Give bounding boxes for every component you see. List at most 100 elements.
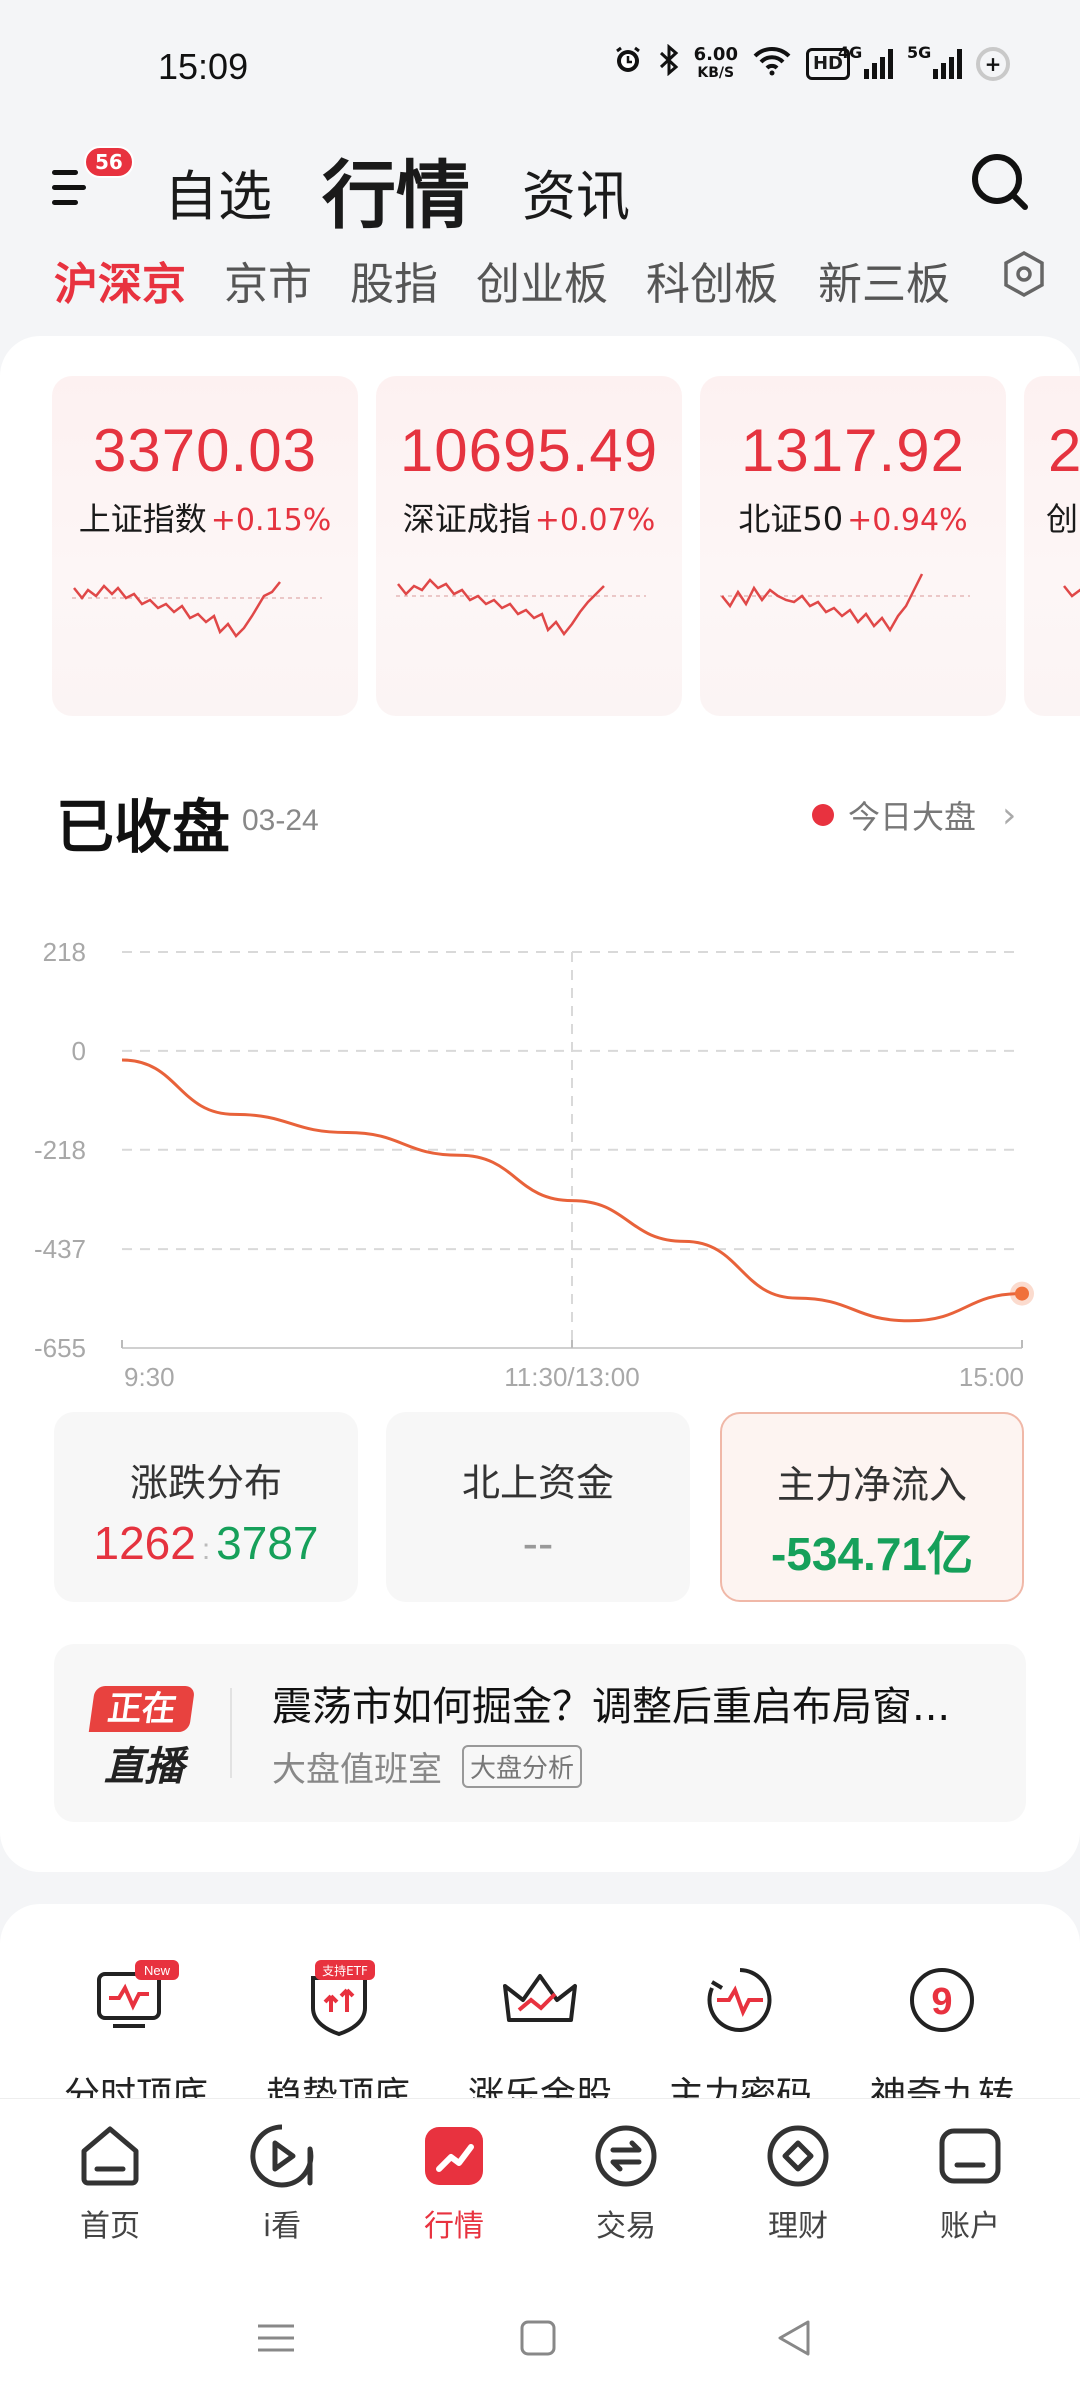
sub-tabs: 沪深京 京市 股指 创业板 科创板 新三板	[0, 244, 1080, 314]
tool-badge: 支持ETF	[322, 1963, 368, 1978]
index-value: 10695.49	[399, 417, 659, 484]
northbound-box[interactable]: 北上资金 --	[386, 1412, 690, 1602]
chevron-right-icon: ›	[1002, 794, 1017, 836]
menu-button[interactable]: 56	[52, 146, 134, 216]
last-point-glow	[1010, 1281, 1034, 1306]
index-sparkline	[1063, 585, 1080, 598]
index-value: 2	[1048, 417, 1080, 484]
status-time: 15:09	[158, 46, 249, 87]
distribution-title: 涨跌分布	[129, 1461, 282, 1505]
index-card-beizheng[interactable]: 1317.92 北证50 +0.94%	[700, 376, 1006, 716]
nav-home[interactable]: 首页	[40, 2121, 180, 2245]
index-value: 1317.92	[741, 417, 965, 484]
menu-icon-bar	[52, 200, 78, 205]
monitor-chart-icon: New	[97, 1960, 179, 2028]
live-badge-bottom: 直播	[104, 1744, 184, 1790]
tool-zhangle-jingu[interactable]: 涨乐金股	[440, 1960, 640, 2118]
live-source: 大盘值班室	[272, 1750, 442, 1790]
index-name: 深证成指	[402, 500, 531, 538]
nav-licai[interactable]: 理财	[728, 2121, 868, 2245]
intraday-chart[interactable]: 218 0 -218 -437 -655 9:30 11:30/13:00 15:00	[0, 884, 1080, 1404]
live-title: 震荡市如何掘金？调整后重启布局窗...	[272, 1684, 951, 1730]
back-icon[interactable]	[772, 2316, 816, 2360]
subtab-fade	[960, 244, 980, 308]
tool-zhuli-mima[interactable]: 主力密码	[640, 1960, 840, 2118]
nav-label: 首页	[80, 2209, 140, 2244]
index-sparkline	[396, 578, 646, 637]
northbound-value: --	[522, 1517, 554, 1569]
y-tick-label: -218	[34, 1135, 86, 1165]
subtab-xinsanban[interactable]: 新三板	[818, 248, 950, 312]
hexagon-settings-icon	[1004, 250, 1044, 298]
today-market-label: 今日大盘	[848, 798, 977, 836]
finance-icon	[767, 2125, 829, 2187]
today-market-link[interactable]: 今日大盘 ›	[812, 792, 1016, 838]
index-card-chuangye[interactable]: 2 创	[1024, 376, 1080, 716]
alarm-icon	[612, 44, 644, 84]
nav-hangqing[interactable]: 行情	[384, 2121, 524, 2245]
live-dot-icon	[812, 804, 834, 826]
nav-ikan[interactable]: i看	[212, 2121, 352, 2245]
subtab-chuangyeban[interactable]: 创业板	[476, 248, 608, 312]
y-tick-label: -437	[34, 1234, 86, 1264]
system-nav-bar	[0, 2288, 1080, 2400]
index-name: 创	[1046, 500, 1079, 538]
distribution-separator: :	[201, 1533, 211, 1566]
tool-qushi-dingdi[interactable]: 支持ETF 趋势顶底	[238, 1960, 438, 2118]
nav-label: 交易	[596, 2209, 656, 2244]
divider	[230, 1688, 232, 1778]
play-icon	[250, 2124, 314, 2188]
main-flow-box[interactable]: 主力净流入 -534.71亿	[720, 1412, 1024, 1602]
tool-badge: New	[144, 1963, 171, 1978]
home-button-icon[interactable]	[516, 2316, 560, 2360]
net-speed-value: 6.00	[693, 44, 738, 65]
account-icon	[939, 2128, 1001, 2184]
subtab-settings-button[interactable]	[1002, 250, 1046, 298]
nav-zhanghu[interactable]: 账户	[900, 2121, 1040, 2245]
tab-zixuan[interactable]: 自选	[164, 152, 272, 231]
y-tick-label: 218	[43, 937, 86, 967]
market-status-title: 已收盘	[56, 793, 231, 861]
index-card-shangzheng[interactable]: 3370.03 上证指数 +0.15%	[52, 376, 358, 716]
market-card: 3370.03 上证指数 +0.15% 10695.49 深证成指 +0.07% 1…	[0, 336, 1080, 1872]
x-tick-label: 9:30	[124, 1362, 175, 1392]
northbound-title: 北上资金	[461, 1461, 614, 1505]
x-tick-label: 11:30/13:00	[504, 1362, 639, 1392]
index-change: +0.94%	[847, 503, 968, 538]
subtab-jingshi[interactable]: 京市	[224, 248, 312, 312]
signal-5g-label: 5G	[907, 43, 932, 62]
status-icons: 6.00 KB/S HD 4G 5G +	[612, 43, 1010, 84]
distribution-value: 1262:3787	[54, 1516, 358, 1570]
live-broadcast-card[interactable]: 正在 直播 震荡市如何掘金？调整后重启布局窗... 大盘值班室 大盘分析	[54, 1644, 1026, 1822]
trade-icon	[595, 2125, 657, 2187]
menu-badge: 56	[84, 146, 134, 178]
market-date: 03-24	[242, 804, 319, 837]
index-change: +0.15%	[210, 503, 332, 538]
tab-zixun[interactable]: 资讯	[522, 152, 630, 231]
tool-shenqi-jiuzhuan[interactable]: 9 神奇九转	[842, 1960, 1042, 2118]
nav-jiaoyi[interactable]: 交易	[556, 2121, 696, 2245]
index-name-row: 北证50 +0.94%	[700, 494, 1006, 540]
index-card-shenzheng[interactable]: 10695.49 深证成指 +0.07%	[376, 376, 682, 716]
subtab-hushenjing[interactable]: 沪深京	[54, 248, 186, 312]
subtab-kechuangban[interactable]: 科创板	[646, 248, 778, 312]
search-button[interactable]	[968, 150, 1032, 214]
recent-apps-icon[interactable]	[254, 2316, 298, 2360]
signal-4g-label: 4G	[838, 43, 863, 62]
index-value: 3370.03	[93, 417, 317, 484]
nav-label: 行情	[424, 2209, 484, 2244]
home-icon	[81, 2126, 139, 2186]
subtab-guzhi[interactable]: 股指	[350, 248, 438, 312]
live-badge: 正在 直播	[88, 1686, 196, 1792]
x-tick-label: 15:00	[959, 1362, 1024, 1392]
menu-icon-bar	[52, 170, 78, 175]
nav-label: i看	[262, 2209, 302, 2244]
tool-fenshi-dingdi[interactable]: New 分时顶底	[36, 1960, 236, 2118]
distribution-box[interactable]: 涨跌分布 1262:3787	[54, 1412, 358, 1602]
nav-label: 理财	[768, 2209, 828, 2244]
live-meta: 大盘值班室 大盘分析	[272, 1742, 583, 1791]
bottom-nav: 首页 i看 行情 交易 理财 账户	[0, 2098, 1080, 2288]
index-name-row: 创	[1024, 494, 1080, 540]
tab-hangqing[interactable]: 行情	[322, 136, 470, 243]
shield-trend-icon: 支持ETF	[311, 1960, 375, 2037]
